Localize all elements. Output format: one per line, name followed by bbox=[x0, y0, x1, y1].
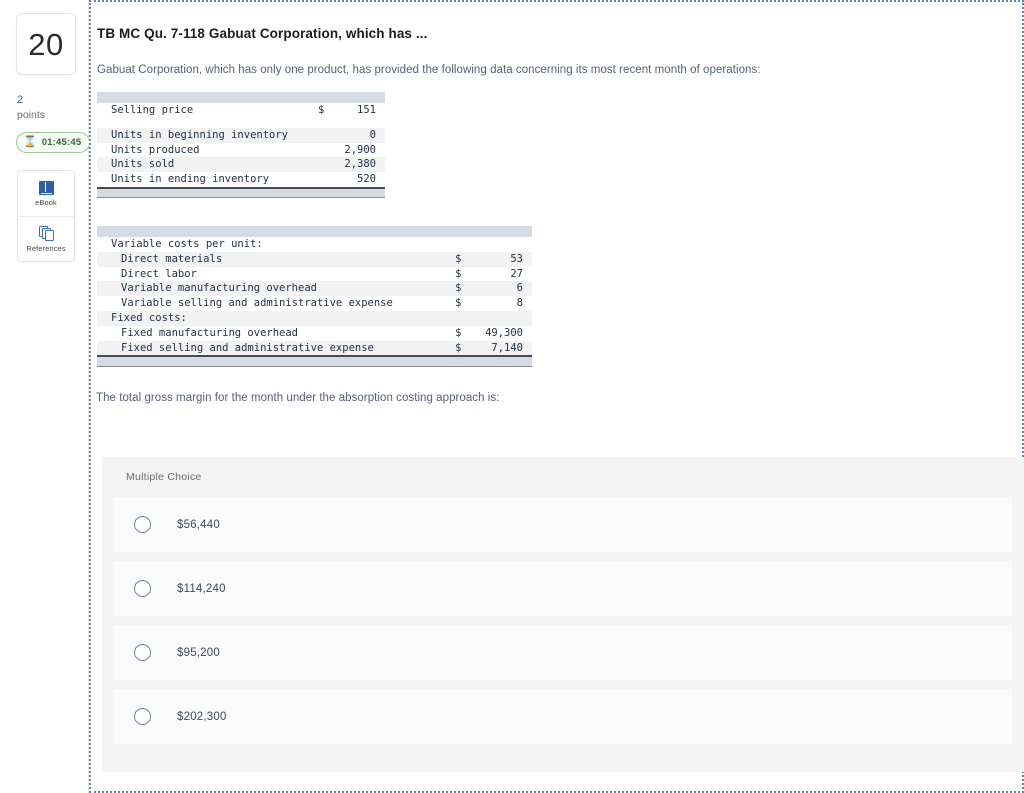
row-label: Fixed costs: bbox=[97, 310, 456, 326]
row-label: Direct labor bbox=[97, 266, 456, 282]
exam-question-screen: 20 2 points ⌛ 01:45:45 eBook References bbox=[0, 0, 1024, 793]
timer-value: 01:45:45 bbox=[41, 137, 82, 148]
book-icon bbox=[38, 180, 54, 195]
radio-button-icon[interactable] bbox=[134, 644, 151, 661]
row-label: Fixed manufacturing overhead bbox=[97, 325, 456, 341]
hourglass-icon: ⌛ bbox=[23, 136, 37, 148]
answer-option-1[interactable]: $56,440 bbox=[114, 497, 1012, 552]
row-symbol bbox=[318, 142, 338, 158]
row-symbol: $ bbox=[455, 340, 476, 357]
row-symbol bbox=[455, 237, 476, 252]
row-value: 8 bbox=[475, 296, 532, 311]
documents-icon bbox=[38, 225, 54, 241]
question-sidebar: 20 2 points ⌛ 01:45:45 eBook References bbox=[0, 0, 91, 793]
row-symbol bbox=[318, 157, 338, 173]
references-label: References bbox=[26, 243, 66, 253]
row-symbol: $ bbox=[455, 325, 476, 341]
row-label: Direct materials bbox=[97, 251, 456, 267]
table-spacer-row bbox=[97, 117, 385, 128]
table-row: Fixed costs: bbox=[97, 310, 532, 326]
row-label: Units produced bbox=[97, 142, 318, 158]
row-value: 2,900 bbox=[338, 142, 385, 158]
table-row: Fixed manufacturing overhead $ 49,300 bbox=[97, 325, 532, 341]
table-header-bar bbox=[97, 226, 532, 237]
question-number-box: 20 bbox=[16, 13, 76, 75]
table-row: Units sold 2,380 bbox=[97, 157, 385, 173]
table-row: Direct materials $ 53 bbox=[97, 251, 532, 267]
ebook-button[interactable]: eBook bbox=[18, 171, 74, 216]
row-symbol bbox=[455, 310, 476, 326]
timer-pill[interactable]: ⌛ 01:45:45 bbox=[16, 132, 91, 153]
question-number: 20 bbox=[28, 26, 64, 62]
radio-button-icon[interactable] bbox=[134, 516, 151, 533]
row-label: Units sold bbox=[97, 157, 318, 173]
row-value: 6 bbox=[475, 281, 532, 297]
table-row: Variable manufacturing overhead $ 6 bbox=[97, 281, 532, 297]
radio-button-icon[interactable] bbox=[134, 708, 151, 725]
answer-option-label: $56,440 bbox=[177, 518, 220, 531]
row-label: Units in beginning inventory bbox=[97, 127, 318, 143]
answer-option-label: $95,200 bbox=[177, 646, 220, 659]
answer-option-label: $114,240 bbox=[177, 582, 226, 595]
row-label: Variable costs per unit: bbox=[97, 237, 456, 252]
row-value bbox=[475, 237, 532, 252]
table-footer-bar bbox=[97, 186, 385, 199]
table-row: Units in ending inventory 520 bbox=[97, 172, 385, 188]
answer-option-2[interactable]: $114,240 bbox=[114, 561, 1012, 616]
row-symbol: $ bbox=[455, 281, 476, 297]
row-label: Units in ending inventory bbox=[97, 172, 318, 188]
row-symbol: $ bbox=[455, 266, 476, 282]
table-row: Selling price $ 151 bbox=[97, 103, 385, 118]
multiple-choice-panel: Multiple Choice $56,440 $114,240 $95,200… bbox=[102, 457, 1024, 772]
row-value: 49,300 bbox=[475, 325, 532, 341]
table-row: Direct labor $ 27 bbox=[97, 266, 532, 282]
row-symbol: $ bbox=[455, 251, 476, 267]
answer-option-label: $202,300 bbox=[177, 710, 227, 723]
row-value: 0 bbox=[338, 127, 385, 143]
tool-stack: eBook References bbox=[17, 170, 75, 262]
table-row: Variable selling and administrative expe… bbox=[97, 296, 532, 311]
radio-button-icon[interactable] bbox=[134, 580, 151, 597]
answer-options-list: $56,440 $114,240 $95,200 $202,300 bbox=[114, 497, 1012, 753]
question-pane: TB MC Qu. 7-118 Gabuat Corporation, whic… bbox=[89, 0, 1024, 793]
points-label: points bbox=[17, 109, 46, 121]
row-value: 53 bbox=[475, 251, 532, 267]
row-value: 2,380 bbox=[338, 157, 385, 173]
table-footer-bar bbox=[97, 355, 532, 367]
row-value: 520 bbox=[338, 172, 385, 188]
cost-data-table: Variable costs per unit: Direct material… bbox=[97, 226, 532, 367]
operations-data-table: Selling price $ 151 Units in beginning i… bbox=[97, 92, 385, 199]
points-value: 2 bbox=[17, 94, 24, 106]
row-label: Variable manufacturing overhead bbox=[97, 281, 456, 297]
question-prompt: The total gross margin for the month und… bbox=[96, 392, 500, 404]
answer-option-4[interactable]: $202,300 bbox=[114, 689, 1012, 744]
row-symbol: $ bbox=[318, 103, 338, 118]
row-symbol bbox=[318, 127, 338, 143]
row-label: Fixed selling and administrative expense bbox=[97, 340, 456, 357]
multiple-choice-header: Multiple Choice bbox=[126, 471, 202, 483]
table-row: Units produced 2,900 bbox=[97, 142, 385, 158]
row-label: Variable selling and administrative expe… bbox=[97, 296, 456, 311]
table-row: Units in beginning inventory 0 bbox=[97, 127, 385, 143]
table-row: Fixed selling and administrative expense… bbox=[97, 340, 532, 357]
row-label: Selling price bbox=[97, 103, 318, 118]
ebook-label: eBook bbox=[35, 197, 57, 207]
references-button[interactable]: References bbox=[18, 216, 74, 261]
row-value: 151 bbox=[338, 103, 385, 118]
table-row: Variable costs per unit: bbox=[97, 237, 532, 252]
row-value: 27 bbox=[475, 266, 532, 282]
question-title: TB MC Qu. 7-118 Gabuat Corporation, whic… bbox=[97, 26, 428, 41]
row-symbol: $ bbox=[455, 296, 476, 311]
row-value: 7,140 bbox=[475, 340, 532, 357]
question-intro-text: Gabuat Corporation, which has only one p… bbox=[97, 64, 761, 76]
table-header-bar bbox=[97, 92, 385, 103]
row-symbol bbox=[318, 172, 338, 188]
answer-option-3[interactable]: $95,200 bbox=[114, 625, 1012, 680]
row-value bbox=[475, 310, 532, 326]
